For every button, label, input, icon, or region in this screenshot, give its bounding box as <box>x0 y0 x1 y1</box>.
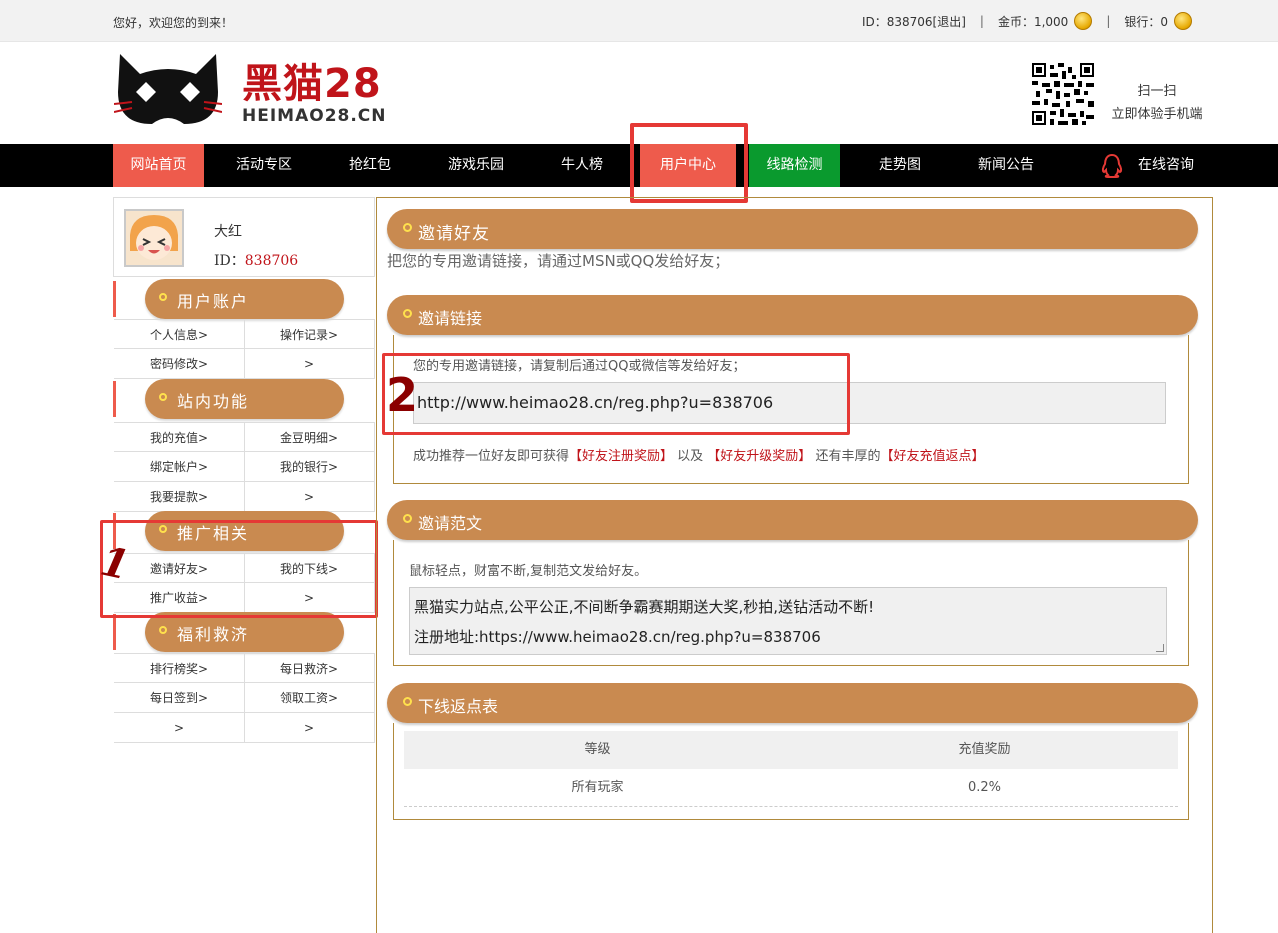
top-bar: 您好，欢迎您的到来！ ID：838706[退出] | 金币：1,000 | 银行… <box>0 0 1278 42</box>
link-my-bank[interactable]: 我的银行> <box>244 452 375 482</box>
coin-icon <box>1174 12 1192 30</box>
bullet-icon <box>403 223 412 232</box>
link-empty[interactable]: > <box>244 482 375 512</box>
section-site-functions: 站内功能 <box>113 379 375 419</box>
account-status: ID：838706[退出] | 金币：1,000 | 银行：0 <box>862 12 1192 30</box>
section-user-account: 用户账户 <box>113 279 375 319</box>
black-cat-logo-icon[interactable] <box>114 52 222 128</box>
invite-title: 邀请好友 <box>418 224 490 244</box>
bullet-icon <box>403 514 412 523</box>
invite-sample-title: 邀请范文 <box>418 514 483 533</box>
rebate-table: 等级 充值奖励 所有玩家 0.2% <box>404 731 1178 807</box>
invite-link-title: 邀请链接 <box>418 309 483 328</box>
link-personal-info[interactable]: 个人信息> <box>114 319 245 349</box>
link-withdraw[interactable]: 我要提款> <box>114 482 245 512</box>
link-claim-salary[interactable]: 领取工资> <box>244 683 375 713</box>
qr-line2: 立即体验手机端 <box>1111 107 1203 122</box>
profile-id: ID：838706 <box>214 250 298 270</box>
qr-line1: 扫一扫 <box>1137 84 1177 99</box>
link-bean-details[interactable]: 金豆明细> <box>244 422 375 452</box>
rebate-title: 下线返点表 <box>418 697 499 716</box>
reward-description: 成功推荐一位好友即可获得【好友注册奖励】 以及 【好友升级奖励】 还有丰厚的【好… <box>413 449 985 464</box>
table-header-row: 等级 充值奖励 <box>404 731 1178 769</box>
link-change-password[interactable]: 密码修改> <box>114 349 245 379</box>
profile-card: 大红 ID：838706 <box>113 197 375 277</box>
annotation-box-promotion <box>100 520 378 618</box>
coins-balance: 金币：1,000 <box>997 14 1069 29</box>
resize-grip-icon[interactable] <box>1156 644 1164 652</box>
rebate-table-header: 下线返点表 <box>387 683 1198 723</box>
section-welfare: 福利救济 <box>113 612 375 652</box>
bullet-icon <box>159 293 167 301</box>
site-logo-text[interactable]: 黑猫28 HEIMAO28.CN <box>242 62 387 126</box>
link-empty[interactable]: > <box>114 713 245 743</box>
logo-en: HEIMAO28.CN <box>242 106 387 126</box>
link-daily-checkin[interactable]: 每日签到> <box>114 683 245 713</box>
invite-description: 把您的专用邀请链接，请通过MSN或QQ发给好友； <box>387 252 730 270</box>
invite-link-header: 邀请链接 <box>387 295 1198 335</box>
link-ranking-reward[interactable]: 排行榜奖> <box>114 653 245 683</box>
bullet-icon <box>159 626 167 634</box>
nav-trend[interactable]: 走势图 <box>850 144 950 187</box>
nav-news[interactable]: 新闻公告 <box>956 144 1056 187</box>
profile-id-value: 838706 <box>244 253 299 269</box>
col-header-level: 等级 <box>584 742 611 757</box>
nav-activities[interactable]: 活动专区 <box>214 144 314 187</box>
invite-friends-header: 邀请好友 <box>387 209 1198 249</box>
reward-recharge-link[interactable]: 【好友充值返点】 <box>880 449 984 464</box>
section-title: 福利救济 <box>177 625 250 644</box>
coin-icon <box>1074 12 1093 30</box>
section-pill: 福利救济 <box>145 612 344 652</box>
invite-sample-header: 邀请范文 <box>387 500 1198 540</box>
nav-leaderboard[interactable]: 牛人榜 <box>532 144 632 187</box>
annotation-box-invite-link <box>382 353 850 435</box>
link-operation-log[interactable]: 操作记录> <box>244 319 375 349</box>
reward-upgrade-link[interactable]: 【好友升级奖励】 <box>707 449 811 464</box>
bullet-icon <box>403 697 412 706</box>
sample-line-1: 黑猫实力站点,公平公正,不间断争霸赛期期送大奖,秒拍,送钻活动不断! <box>414 598 875 616</box>
sample-line-2: 注册地址:https://www.heimao28.cn/reg.php?u=8… <box>414 628 821 646</box>
consult-label: 在线咨询 <box>1138 157 1194 173</box>
welcome-text: 您好，欢迎您的到来！ <box>113 16 234 30</box>
qr-caption: 扫一扫 立即体验手机端 <box>1104 80 1210 126</box>
invite-sample-textarea[interactable]: 黑猫实力站点,公平公正,不间断争霸赛期期送大奖,秒拍,送钻活动不断! 注册地址:… <box>409 587 1167 655</box>
profile-id-label: ID： <box>214 253 245 269</box>
bullet-icon <box>159 393 167 401</box>
nav-online-consult[interactable]: 在线咨询 <box>1100 144 1194 187</box>
section-pill: 用户账户 <box>145 279 344 319</box>
link-my-recharge[interactable]: 我的充值> <box>114 422 245 452</box>
nav-red-packet[interactable]: 抢红包 <box>320 144 420 187</box>
avatar[interactable] <box>124 209 184 267</box>
logo-cn: 黑猫28 <box>242 61 382 107</box>
bank-balance: 银行：0 <box>1124 14 1168 29</box>
cell-level: 所有玩家 <box>571 780 624 795</box>
link-empty[interactable]: > <box>244 349 375 379</box>
section-title: 用户账户 <box>177 292 250 311</box>
user-id-logout-link[interactable]: ID：838706[退出] <box>862 13 966 30</box>
section-title: 站内功能 <box>177 392 250 411</box>
nav-home[interactable]: 网站首页 <box>113 144 204 187</box>
col-header-recharge-reward: 充值奖励 <box>958 742 1011 757</box>
sample-tip: 鼠标轻点，财富不断,复制范文发给好友。 <box>409 564 648 579</box>
cell-reward: 0.2% <box>967 780 1002 795</box>
link-daily-relief[interactable]: 每日救济> <box>244 653 375 683</box>
anime-avatar-icon <box>126 211 182 265</box>
reward-register-link[interactable]: 【好友注册奖励】 <box>569 449 673 464</box>
bullet-icon <box>403 309 412 318</box>
nav-line-check[interactable]: 线路检测 <box>749 144 840 187</box>
link-bind-account[interactable]: 绑定帐户> <box>114 452 245 482</box>
link-empty[interactable]: > <box>244 713 375 743</box>
nav-games[interactable]: 游戏乐园 <box>426 144 526 187</box>
qq-penguin-icon <box>1101 153 1123 178</box>
annotation-box-user-center <box>630 123 748 203</box>
section-pill: 站内功能 <box>145 379 344 419</box>
table-row: 所有玩家 0.2% <box>404 769 1178 807</box>
annotation-mark-2: 2 <box>386 368 419 422</box>
qr-code-icon <box>1032 63 1094 125</box>
profile-name: 大红 <box>214 224 242 240</box>
